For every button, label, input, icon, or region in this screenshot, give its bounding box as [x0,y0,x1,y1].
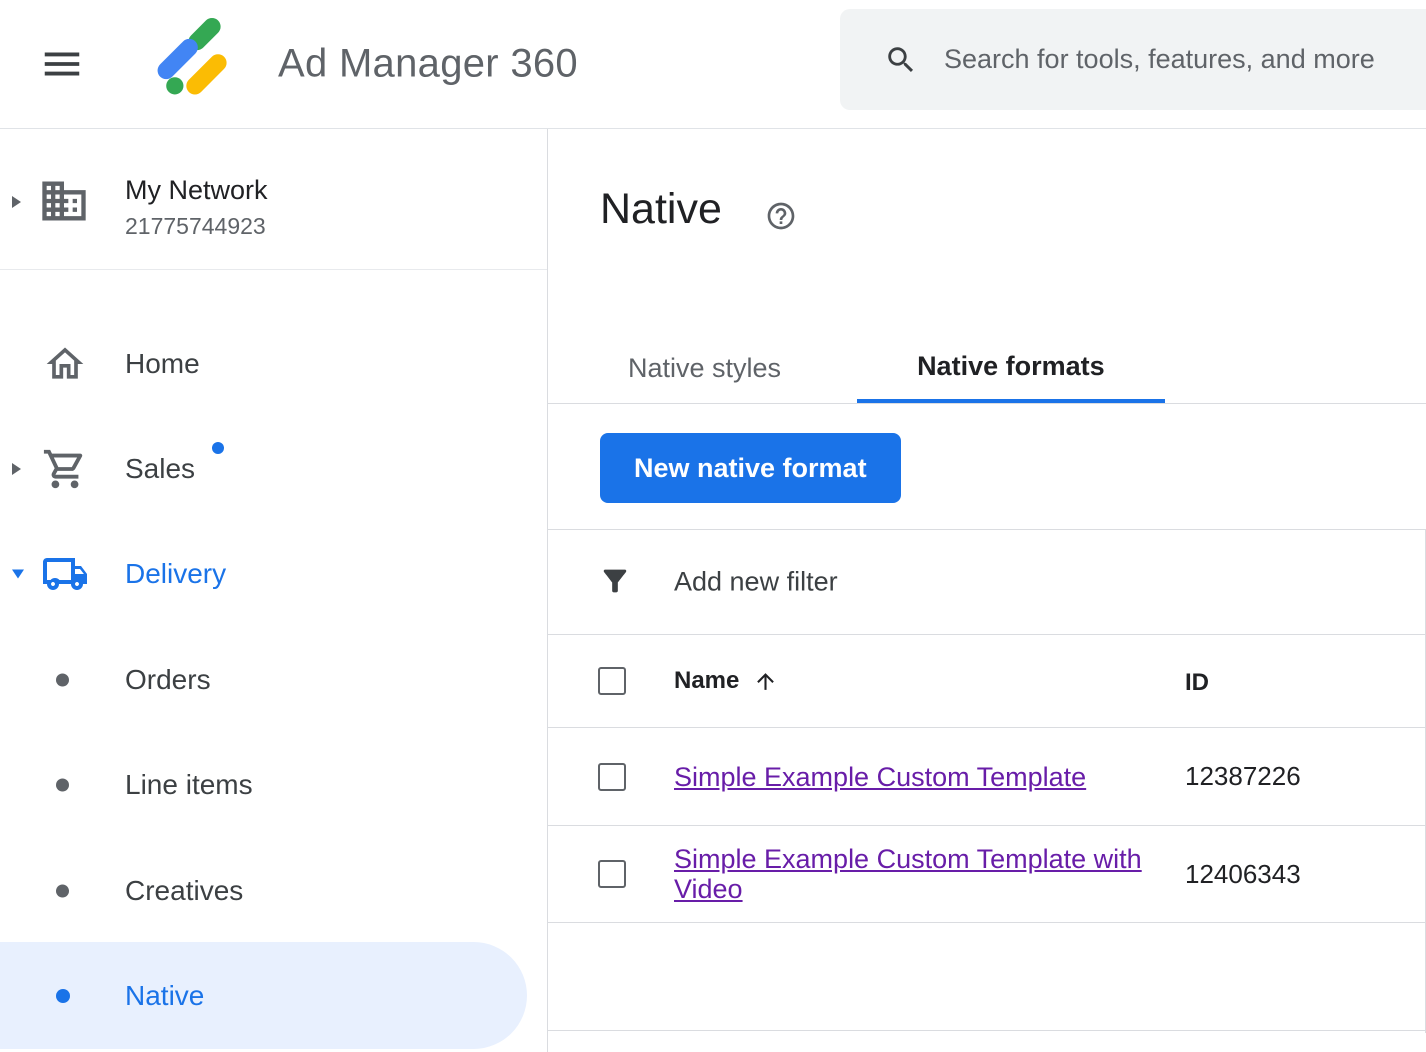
native-format-link[interactable]: Simple Example Custom Template with Vide… [674,844,1142,904]
chevron-down-icon[interactable] [12,569,24,578]
sidebar-item-native-selected[interactable]: Native [0,942,527,1049]
sidebar-item-delivery[interactable]: Delivery [0,521,547,626]
sidebar-item-creatives[interactable]: Creatives [0,838,547,943]
sidebar-item-orders[interactable]: Orders [0,627,547,732]
native-format-link[interactable]: Simple Example Custom Template [674,762,1086,792]
sidebar-item-label: Native [125,980,204,1012]
native-formats-table: Name ID Simple Example Custom Template 1… [548,635,1426,1031]
sidebar-item-label: Home [125,348,200,380]
building-icon [38,175,90,232]
sidebar-item-label: Delivery [125,558,226,590]
bullet-icon [56,778,69,791]
column-header-name[interactable]: Name [674,667,739,695]
ad-manager-logo [148,13,240,105]
notification-dot [212,442,224,454]
native-format-id: 12387226 [1185,761,1426,792]
search-bar[interactable] [840,9,1426,110]
search-icon [884,43,918,77]
column-header-id[interactable]: ID [1185,669,1209,696]
sidebar-item-label: Line items [125,769,253,801]
table-row: Simple Example Custom Template 12387226 [548,728,1426,826]
page-title: Native [600,185,722,234]
chevron-right-icon[interactable] [12,463,21,475]
home-icon [40,342,90,386]
network-selector[interactable]: My Network 21775744923 [0,149,547,254]
sidebar-item-label: Orders [125,664,211,696]
sidebar: My Network 21775744923 Home Sales Deliv [0,129,548,1052]
new-native-format-button[interactable]: New native format [600,433,901,503]
network-expand-icon[interactable] [12,196,21,208]
tab-native-formats[interactable]: Native formats [857,334,1165,403]
row-checkbox[interactable] [598,763,626,791]
table-header-row: Name ID [548,635,1426,728]
sidebar-item-sales[interactable]: Sales [0,416,547,521]
search-input[interactable] [944,44,1426,75]
row-checkbox[interactable] [598,860,626,888]
truck-icon [40,550,90,598]
native-format-id: 12406343 [1185,859,1426,890]
table-row-empty [548,923,1426,1031]
sidebar-item-home[interactable]: Home [0,311,547,416]
bullet-icon [56,673,69,686]
network-id: 21775744923 [125,213,268,240]
filter-bar[interactable]: Add new filter [548,529,1426,635]
help-icon[interactable] [765,200,797,237]
tab-bar: Native styles Native formats [548,334,1426,404]
app-window: Ad Manager 360 My Network 21775744923 H [0,0,1426,1052]
table-row: Simple Example Custom Template with Vide… [548,826,1426,923]
sidebar-item-line-items[interactable]: Line items [0,732,547,837]
filter-funnel-icon [598,564,632,603]
sidebar-divider [0,269,547,270]
main-content: Native Native styles Native formats New … [548,129,1426,1052]
top-bar: Ad Manager 360 [0,0,1426,129]
select-all-checkbox[interactable] [598,667,626,695]
bullet-icon [56,884,69,897]
shopping-cart-icon [40,446,90,492]
sidebar-item-label: Sales [125,453,195,485]
bullet-icon [56,989,70,1003]
network-name: My Network [125,175,268,206]
add-filter-input[interactable]: Add new filter [674,567,838,598]
sidebar-item-label: Creatives [125,875,243,907]
hamburger-menu-icon[interactable] [38,40,86,88]
sort-ascending-icon[interactable] [753,669,778,694]
app-title: Ad Manager 360 [278,42,578,87]
tab-native-styles[interactable]: Native styles [568,334,841,403]
